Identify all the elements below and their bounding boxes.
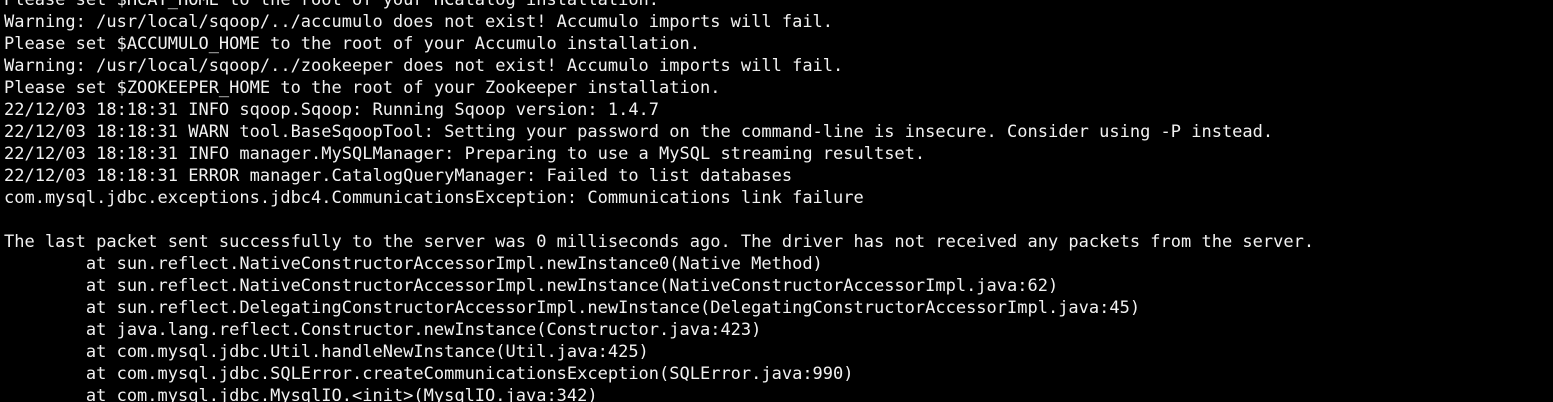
- terminal-line: at sun.reflect.NativeConstructorAccessor…: [4, 254, 823, 274]
- terminal-line: The last packet sent successfully to the…: [4, 232, 1315, 252]
- terminal-line: 22/12/03 18:18:31 INFO sqoop.Sqoop: Runn…: [4, 100, 660, 120]
- terminal-line: at com.mysql.jdbc.MysqlIO.<init>(MysqlIO…: [4, 386, 598, 402]
- terminal-line: at com.mysql.jdbc.SQLError.createCommuni…: [4, 364, 854, 384]
- terminal-line: at sun.reflect.NativeConstructorAccessor…: [4, 276, 1059, 296]
- terminal-line: 22/12/03 18:18:31 WARN tool.BaseSqoopToo…: [4, 122, 1274, 142]
- terminal-line: at java.lang.reflect.Constructor.newInst…: [4, 320, 762, 340]
- terminal-window[interactable]: Please set $HCAT_HOME to the root of you…: [0, 0, 1553, 402]
- terminal-line: Please set $ZOOKEEPER_HOME to the root o…: [4, 78, 721, 98]
- terminal-line: Warning: /usr/local/sqoop/../accumulo do…: [4, 12, 834, 32]
- terminal-line: Please set $ACCUMULO_HOME to the root of…: [4, 34, 700, 54]
- terminal-line: Warning: /usr/local/sqoop/../zookeeper d…: [4, 56, 844, 76]
- terminal-line: at sun.reflect.DelegatingConstructorAcce…: [4, 298, 1141, 318]
- terminal-output: Please set $HCAT_HOME to the root of you…: [4, 0, 1314, 402]
- terminal-line: at com.mysql.jdbc.Util.handleNewInstance…: [4, 342, 649, 362]
- terminal-line: 22/12/03 18:18:31 ERROR manager.CatalogQ…: [4, 166, 793, 186]
- terminal-line: com.mysql.jdbc.exceptions.jdbc4.Communic…: [4, 188, 864, 208]
- terminal-line: 22/12/03 18:18:31 INFO manager.MySQLMana…: [4, 144, 926, 164]
- terminal-line: Please set $HCAT_HOME to the root of you…: [4, 0, 660, 10]
